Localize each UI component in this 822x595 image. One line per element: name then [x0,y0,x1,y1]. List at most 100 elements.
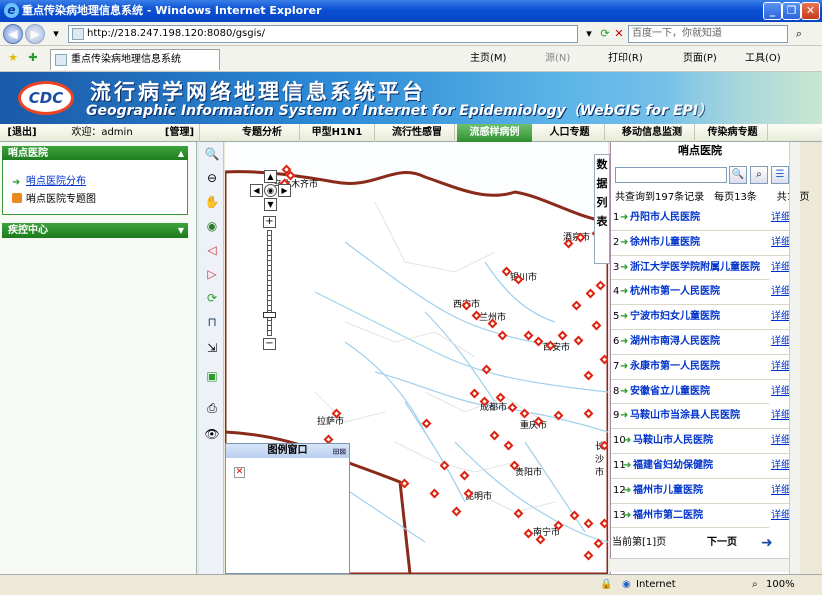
zoom-in-icon[interactable]: 🔍 [204,146,220,162]
browser-tab[interactable]: 重点传染病地理信息系统 [50,49,220,70]
legend-header[interactable]: 图例窗口 ⊞⊠ [226,444,349,458]
legend-window-buttons[interactable]: ⊞⊠ [333,445,346,459]
hospital-row[interactable]: 11 ➜ 福建省妇幼保健院 详细 [611,453,791,479]
menu-item-2[interactable]: 流行性感冒 [380,124,455,142]
favorites-star-icon[interactable]: ★ [4,49,22,67]
hospital-distribution-link[interactable]: ➜ 哨点医院分布 [12,176,86,188]
previous-extent-icon[interactable]: ◁ [204,242,220,258]
list-icon[interactable]: ☰ [771,166,789,184]
pan-right-button[interactable]: ▶ [278,184,291,197]
zoom-track[interactable] [267,230,272,336]
search-icon[interactable]: 🔍 [729,166,747,184]
hospital-row[interactable]: 5 ➜ 宁波市妇女儿童医院 详细 [611,305,791,330]
detail-link[interactable]: 详细 [769,230,791,255]
hospital-search-input[interactable] [615,167,727,183]
detail-link[interactable]: 详细 [769,329,791,354]
hospital-row[interactable]: 2 ➜ 徐州市儿童医院 详细 [611,230,791,256]
expand-icon[interactable]: ▼ [178,223,184,238]
feeds-button[interactable]: 源(N) [545,51,570,67]
detail-link[interactable]: 详细 [769,255,791,280]
tools-menu-button[interactable]: 工具(O) [745,51,781,67]
menu-item-4[interactable]: 人口专题 [535,124,605,142]
forward-button[interactable]: ▶ [25,24,45,44]
refresh-map-icon[interactable]: ⟳ [204,290,220,306]
zoom-icon[interactable]: ⌕ [752,575,758,595]
menu-item-0[interactable]: 专题分析 [225,124,300,142]
next-arrow-icon[interactable]: ➜ [761,534,773,552]
pan-center-icon[interactable]: ◉ [264,184,277,197]
detail-link[interactable]: 详细 [769,280,791,305]
globe-icon[interactable]: ◉ [204,218,220,234]
hospital-name-link[interactable]: 福州市儿童医院 [633,479,703,503]
hospital-name-link[interactable]: 徐州市儿童医院 [630,231,700,255]
hospital-name-link[interactable]: 永康市第一人民医院 [630,355,720,379]
detail-link[interactable]: 详细 [769,453,791,478]
logout-link[interactable]: [退出] [4,124,40,142]
hospital-row[interactable]: 9 ➜ 马鞍山市当涂县人民医院 详细 [611,404,791,430]
print-button[interactable]: 打印(R) [608,51,643,67]
menu-item-6[interactable]: 传染病专题 [698,124,768,142]
pan-down-button[interactable]: ▼ [264,198,277,211]
stop-icon[interactable]: ✕ [610,25,628,43]
hospital-name-link[interactable]: 丹阳市人民医院 [630,206,700,230]
hospital-name-link[interactable]: 福建省妇幼保健院 [633,454,713,478]
url-input[interactable]: http://218.247.198.120:8080/gsgis/ [68,25,578,43]
menu-item-5[interactable]: 移动信息监测 [610,124,695,142]
hospital-row[interactable]: 10 ➜ 马鞍山市人民医院 详细 [611,429,791,454]
zoom-handle[interactable] [263,312,276,318]
zoom-out-icon[interactable]: ⊖ [204,170,220,186]
hospital-row[interactable]: 13 ➜ 福州市第二医院 详细 [611,503,791,529]
hospital-name-link[interactable]: 马鞍山市人民医院 [633,429,713,453]
advanced-search-icon[interactable]: ⌕ [750,166,768,184]
hospital-name-link[interactable]: 福州市第二医院 [633,504,703,528]
hospital-name-link[interactable]: 浙江大学医学院附属儿童医院 [630,256,760,280]
home-button[interactable]: 主页(M) [470,51,506,67]
detail-link[interactable]: 详细 [769,379,791,404]
view-icon[interactable]: 👁 [204,426,220,442]
maximize-button[interactable]: ❐ [782,2,801,20]
hospital-row[interactable]: 1 ➜ 丹阳市人民医院 详细 [611,206,791,231]
page-menu-button[interactable]: 页面(P) [683,51,717,67]
hospital-name-link[interactable]: 安徽省立儿童医院 [630,380,710,404]
measure-icon[interactable]: ⊓ [204,314,220,330]
zoom-slider[interactable]: + − [263,216,276,350]
zoom-plus-button[interactable]: + [263,216,276,228]
back-button[interactable]: ◀ [3,24,23,44]
search-icon[interactable]: ⌕ [790,25,808,43]
hospital-name-link[interactable]: 宁波市妇女儿童医院 [630,305,720,329]
next-extent-icon[interactable]: ▷ [204,266,220,282]
detail-link[interactable]: 详细 [769,503,791,528]
hospital-row[interactable]: 8 ➜ 安徽省立儿童医院 详细 [611,379,791,405]
pan-hand-icon[interactable]: ✋ [204,194,220,210]
hospital-name-link[interactable]: 杭州市第一人民医院 [630,280,720,304]
close-button[interactable]: ✕ [801,2,820,20]
hospital-row[interactable]: 12 ➜ 福州市儿童医院 详细 [611,478,791,504]
pan-left-button[interactable]: ◀ [250,184,263,197]
detail-link[interactable]: 详细 [769,305,791,330]
detail-link[interactable]: 详细 [769,404,791,429]
menu-item-1[interactable]: 甲型H1N1 [300,124,375,142]
detail-link[interactable]: 详细 [769,429,791,454]
export-icon[interactable]: ▣ [204,368,220,384]
select-icon[interactable]: ⇲ [204,340,220,356]
pan-up-button[interactable]: ▲ [264,170,277,183]
hospital-thematic-map-link[interactable]: 哨点医院专题图 [12,193,96,206]
hospital-name-link[interactable]: 湖州市南浔人民医院 [630,330,720,354]
collapse-icon[interactable]: ▲ [178,146,184,161]
hospital-name-link[interactable]: 马鞍山市当涂县人民医院 [630,404,740,428]
next-page-link[interactable]: 下一页 [707,534,737,552]
horizontal-scrollbar[interactable] [610,558,789,572]
vertical-scrollbar[interactable] [789,142,800,574]
minimize-button[interactable]: _ [763,2,782,20]
zoom-level[interactable]: 100% [766,575,795,595]
detail-link[interactable]: 详细 [769,478,791,503]
print-map-icon[interactable]: ⎙ [204,400,220,416]
section-header-sentinel-hospitals[interactable]: 哨点医院 ▲ [2,146,188,161]
menu-item-3[interactable]: 流感样病例 [457,124,532,142]
detail-link[interactable]: 详细 [769,206,791,230]
hospital-row[interactable]: 6 ➜ 湖州市南浔人民医院 详细 [611,329,791,355]
data-list-tab[interactable]: 数据列表 [594,154,610,264]
hospital-row[interactable]: 7 ➜ 永康市第一人民医院 详细 [611,354,791,380]
hospital-row[interactable]: 4 ➜ 杭州市第一人民医院 详细 [611,280,791,306]
add-favorites-icon[interactable]: ✚ [24,49,42,67]
